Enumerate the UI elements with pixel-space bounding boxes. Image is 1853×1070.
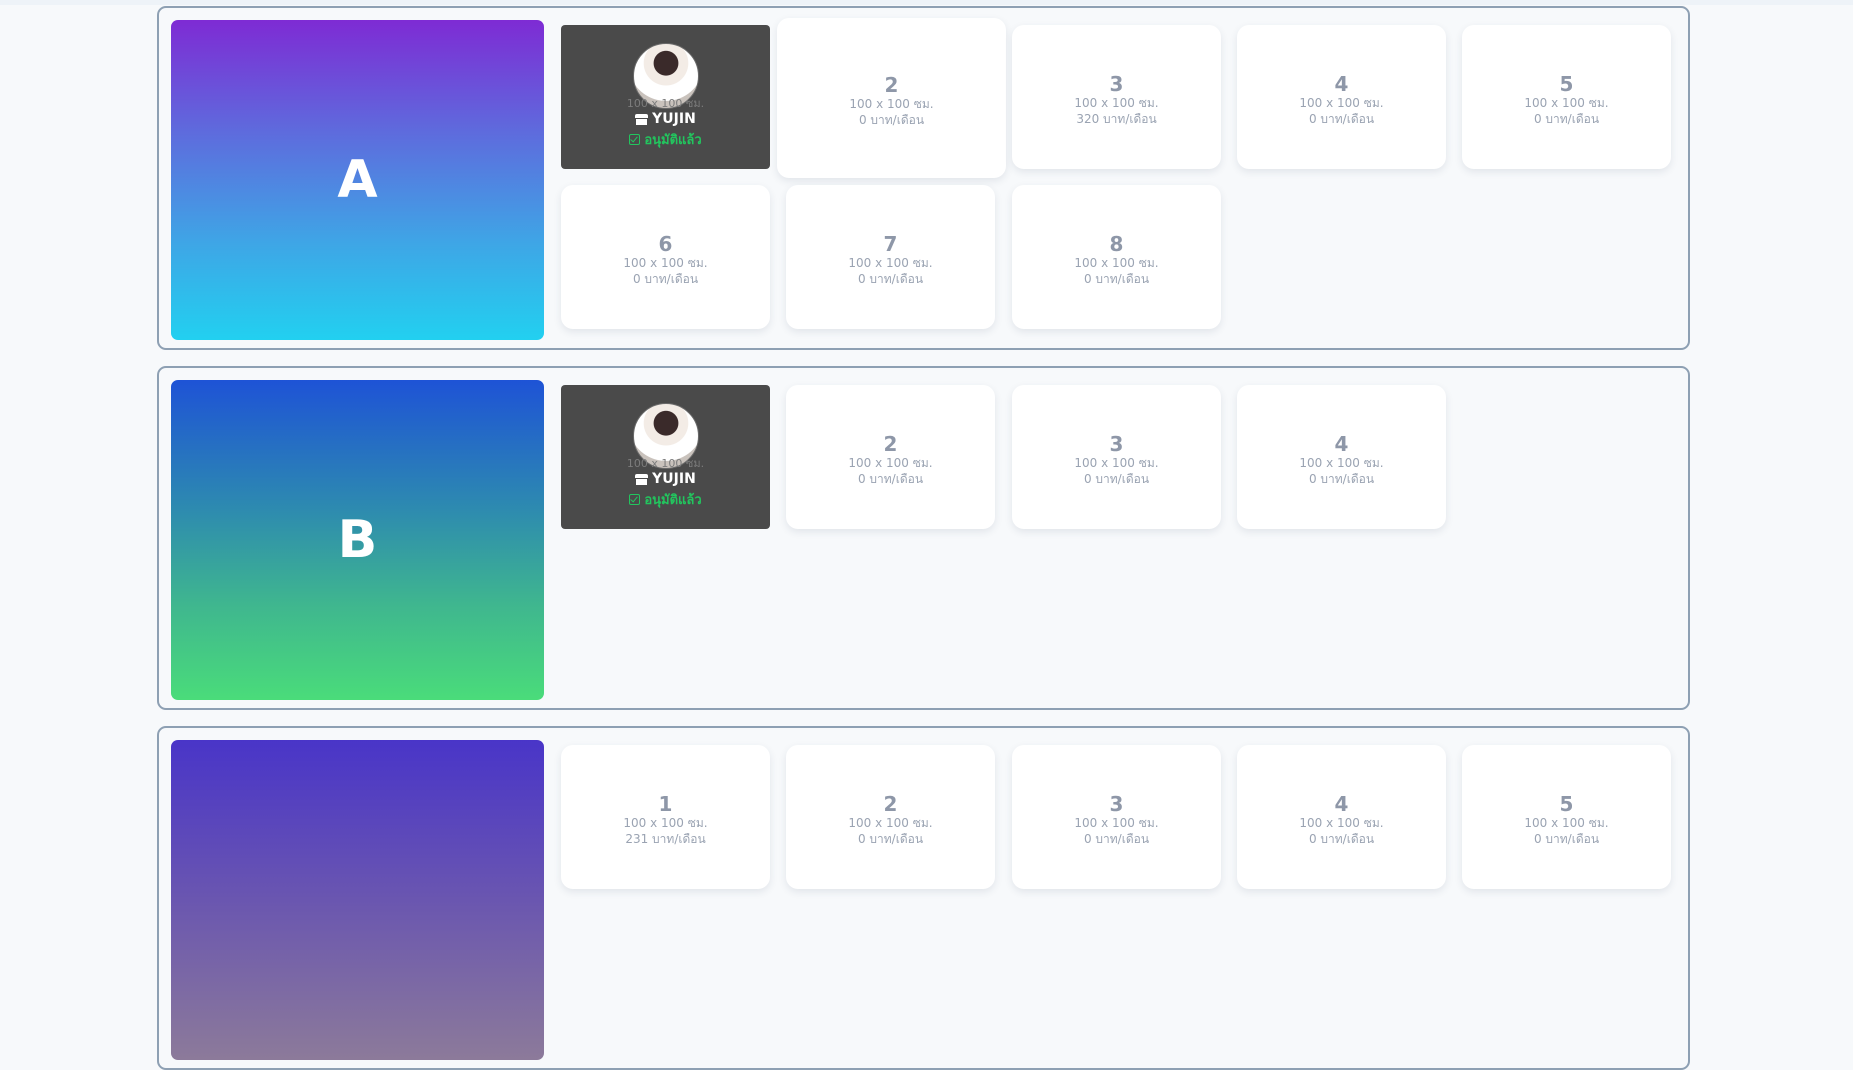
zone-c-slot-1[interactable]: 1 100 x 100 ซม. 231 บาท/เดือน: [561, 745, 770, 889]
zone-b-slot-1[interactable]: 100 x 100 ซม. YUJIN อนุมัติแล้ว: [561, 385, 770, 529]
slot-size: 100 x 100 ซม.: [1074, 96, 1159, 110]
zone-b-slot-4[interactable]: 4 100 x 100 ซม. 0 บาท/เดือน: [1237, 385, 1446, 529]
slot-price: 0 บาท/เดือน: [1083, 272, 1150, 286]
slot-number: 5: [1559, 792, 1574, 816]
slot-size: 100 x 100 ซม.: [1299, 456, 1384, 470]
zone-a-slot-6[interactable]: 6 100 x 100 ซม. 0 บาท/เดือน: [561, 185, 770, 329]
slot-price: 0 บาท/เดือน: [857, 832, 924, 846]
zone-a-label[interactable]: A: [171, 20, 544, 340]
zone-a-slot-3[interactable]: 3 100 x 100 ซม. 320 บาท/เดือน: [1012, 25, 1221, 169]
zone-a-slot-7[interactable]: 7 100 x 100 ซม. 0 บาท/เดือน: [786, 185, 995, 329]
slot-size: 100 x 100 ซม.: [849, 97, 934, 111]
slot-number: 4: [1334, 432, 1349, 456]
slot-number: 3: [1109, 792, 1124, 816]
zone-c-label[interactable]: [171, 740, 544, 1060]
check-square-icon: [629, 494, 641, 505]
zone-b-slot-2[interactable]: 2 100 x 100 ซม. 0 บาท/เดือน: [786, 385, 995, 529]
slot-size: 100 x 100 ซม.: [848, 816, 933, 830]
zone-c-slot-4[interactable]: 4 100 x 100 ซม. 0 บาท/เดือน: [1237, 745, 1446, 889]
slot-size: 100 x 100 ซม.: [1524, 96, 1609, 110]
slot-size-hidden: 100 x 100 ซม.: [626, 457, 705, 470]
slot-price: 0 บาท/เดือน: [1308, 112, 1375, 126]
slot-number: 4: [1334, 72, 1349, 96]
slot-price: 0 บาท/เดือน: [1533, 112, 1600, 126]
slot-number: 3: [1109, 432, 1124, 456]
slot-size: 100 x 100 ซม.: [1074, 816, 1159, 830]
slot-number: 2: [884, 73, 899, 97]
slot-price: 0 บาท/เดือน: [632, 272, 699, 286]
zone-b-label[interactable]: B: [171, 380, 544, 700]
slot-price: 0 บาท/เดือน: [1533, 832, 1600, 846]
slot-size: 100 x 100 ซม.: [1299, 816, 1384, 830]
slot-price: 0 บาท/เดือน: [1083, 832, 1150, 846]
slot-price: 0 บาท/เดือน: [1308, 832, 1375, 846]
slot-price: 0 บาท/เดือน: [1083, 472, 1150, 486]
slot-price: 0 บาท/เดือน: [1308, 472, 1375, 486]
check-square-icon: [629, 134, 641, 145]
slot-price: 320 บาท/เดือน: [1076, 112, 1157, 126]
top-strip: [0, 0, 1853, 5]
slot-number: 2: [883, 792, 898, 816]
zone-a-slot-8[interactable]: 8 100 x 100 ซม. 0 บาท/เดือน: [1012, 185, 1221, 329]
zone-a-slot-5[interactable]: 5 100 x 100 ซม. 0 บาท/เดือน: [1462, 25, 1671, 169]
slot-number: 1: [658, 792, 673, 816]
slot-size: 100 x 100 ซม.: [623, 816, 708, 830]
slot-price: 0 บาท/เดือน: [858, 113, 925, 127]
slot-size: 100 x 100 ซม.: [1524, 816, 1609, 830]
slot-size: 100 x 100 ซม.: [848, 456, 933, 470]
tenant-name: YUJIN: [635, 471, 696, 487]
zone-a-panel: A 100 x 100 ซม. YUJIN อนุมัติแล้ว 2 100 …: [157, 6, 1690, 350]
status-approved: อนุมัติแล้ว: [629, 489, 702, 510]
zone-c-slot-5[interactable]: 5 100 x 100 ซม. 0 บาท/เดือน: [1462, 745, 1671, 889]
slot-number: 3: [1109, 72, 1124, 96]
slot-number: 5: [1559, 72, 1574, 96]
slot-size: 100 x 100 ซม.: [1299, 96, 1384, 110]
slot-number: 7: [883, 232, 898, 256]
shop-icon: [635, 113, 649, 125]
slot-price: 231 บาท/เดือน: [625, 832, 706, 846]
slot-number: 4: [1334, 792, 1349, 816]
zone-a-slot-2[interactable]: 2 100 x 100 ซม. 0 บาท/เดือน: [777, 18, 1006, 178]
status-approved: อนุมัติแล้ว: [629, 129, 702, 150]
slot-number: 8: [1109, 232, 1124, 256]
zone-a-slot-4[interactable]: 4 100 x 100 ซม. 0 บาท/เดือน: [1237, 25, 1446, 169]
slot-price: 0 บาท/เดือน: [857, 272, 924, 286]
slot-size: 100 x 100 ซม.: [1074, 256, 1159, 270]
tenant-name: YUJIN: [635, 111, 696, 127]
slot-size-hidden: 100 x 100 ซม.: [626, 97, 705, 110]
zone-c-panel: 1 100 x 100 ซม. 231 บาท/เดือน 2 100 x 10…: [157, 726, 1690, 1070]
zone-b-panel: B 100 x 100 ซม. YUJIN อนุมัติแล้ว 2 100 …: [157, 366, 1690, 710]
zone-c-slot-2[interactable]: 2 100 x 100 ซม. 0 บาท/เดือน: [786, 745, 995, 889]
zone-b-slot-3[interactable]: 3 100 x 100 ซม. 0 บาท/เดือน: [1012, 385, 1221, 529]
slot-number: 6: [658, 232, 673, 256]
shop-icon: [635, 473, 649, 485]
slot-size: 100 x 100 ซม.: [848, 256, 933, 270]
zone-c-slot-3[interactable]: 3 100 x 100 ซม. 0 บาท/เดือน: [1012, 745, 1221, 889]
zone-a-slot-1[interactable]: 100 x 100 ซม. YUJIN อนุมัติแล้ว: [561, 25, 770, 169]
slot-size: 100 x 100 ซม.: [623, 256, 708, 270]
slot-number: 2: [883, 432, 898, 456]
slot-price: 0 บาท/เดือน: [857, 472, 924, 486]
slot-size: 100 x 100 ซม.: [1074, 456, 1159, 470]
